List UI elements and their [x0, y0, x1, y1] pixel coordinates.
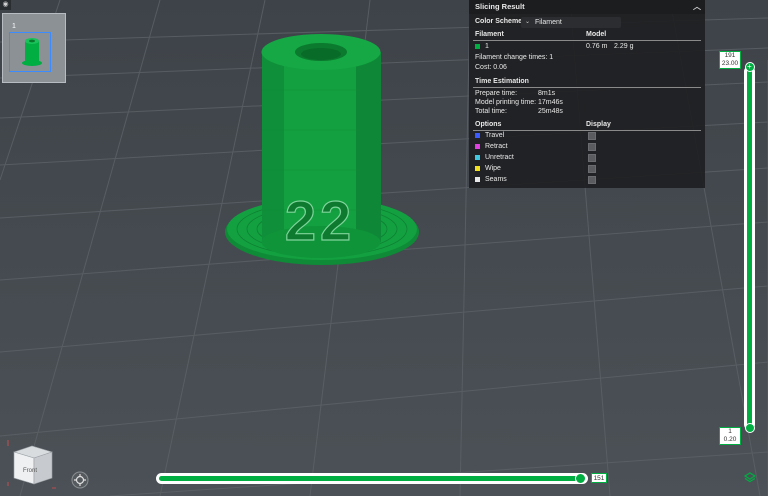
- layers-icon[interactable]: [744, 472, 756, 484]
- plate-thumbnail[interactable]: 1: [2, 13, 66, 83]
- filament-index: 1: [485, 43, 489, 50]
- retract-display-checkbox[interactable]: [588, 143, 596, 151]
- retract-swatch: [475, 143, 480, 149]
- plate-model-preview: [22, 38, 42, 66]
- option-label: Travel: [485, 132, 505, 139]
- option-label: Unretract: [485, 154, 514, 161]
- model-header: Model: [586, 31, 607, 38]
- prepare-time-label: Prepare time:: [475, 90, 518, 97]
- layer-slider-fill: [747, 69, 752, 427]
- bottom-layer-height: 0.20: [723, 436, 737, 443]
- option-wipe: Wipe: [475, 165, 501, 172]
- model-length: 0.76 m: [586, 43, 608, 50]
- wipe-display-checkbox[interactable]: [588, 165, 596, 173]
- plate-number: 1: [12, 23, 16, 30]
- filament-header: Filament: [475, 31, 504, 38]
- unretract-swatch: [475, 154, 480, 160]
- panel-header[interactable]: Slicing Result ︿: [469, 0, 705, 14]
- move-slider-track[interactable]: [156, 473, 588, 484]
- divider: [473, 130, 701, 131]
- color-scheme-label: Color Scheme: [475, 18, 523, 25]
- option-retract: Retract: [475, 143, 508, 150]
- filament-swatch: [475, 43, 480, 49]
- total-time-value: 25m48s: [538, 108, 563, 115]
- option-unretract: Unretract: [475, 154, 514, 161]
- option-label: Wipe: [485, 165, 501, 172]
- filament-change-times: Filament change times: 1: [475, 54, 554, 61]
- panel-title: Slicing Result: [475, 2, 525, 11]
- collapse-icon[interactable]: ︿: [693, 0, 701, 14]
- cost: Cost: 0.06: [475, 64, 507, 71]
- unretract-display-checkbox[interactable]: [588, 154, 596, 162]
- layer-slider-track[interactable]: [744, 66, 755, 430]
- bottom-layer-label: 1 0.20: [719, 427, 741, 445]
- display-header: Display: [586, 121, 611, 128]
- top-layer-number: 191: [724, 52, 736, 59]
- option-label: Retract: [485, 143, 508, 150]
- move-slider-fill: [159, 476, 581, 481]
- cube-front-label: Front: [23, 468, 37, 474]
- travel-display-checkbox[interactable]: [588, 132, 596, 140]
- view-cube[interactable]: Front: [6, 438, 58, 490]
- move-slider-handle[interactable]: [575, 473, 586, 484]
- model-text: 22: [285, 189, 355, 252]
- color-scheme-value: Filament: [535, 19, 562, 26]
- option-travel: Travel: [475, 132, 504, 139]
- model-weight: 2.29 g: [614, 43, 634, 50]
- filament-row: 1: [475, 43, 489, 50]
- model-printing-time-value: 17m46s: [538, 99, 563, 106]
- travel-swatch: [475, 132, 480, 138]
- top-layer-height: 23.00: [721, 60, 739, 67]
- slicing-result-panel: Slicing Result ︿ Color Scheme ⌄ Filament…: [469, 0, 705, 188]
- seams-display-checkbox[interactable]: [588, 176, 596, 184]
- total-time-label: Total time:: [475, 108, 507, 115]
- option-label: Seams: [485, 176, 507, 183]
- time-estimation-header: Time Estimation: [475, 78, 529, 85]
- wipe-swatch: [475, 165, 480, 171]
- eye-icon[interactable]: ◉: [0, 0, 11, 10]
- divider: [473, 87, 701, 88]
- seams-swatch: [475, 176, 480, 182]
- top-layer-label: 191 23.00: [719, 51, 741, 69]
- layer-slider-bottom-handle[interactable]: [745, 423, 755, 433]
- options-header: Options: [475, 121, 502, 128]
- option-seams: Seams: [475, 176, 507, 183]
- prepare-time-value: 8m1s: [538, 90, 556, 97]
- chevron-down-icon: ⌄: [525, 19, 531, 25]
- bottom-layer-number: 1: [728, 428, 732, 435]
- color-scheme-dropdown[interactable]: ⌄ Filament: [521, 17, 621, 28]
- plus-icon[interactable]: +: [747, 62, 752, 71]
- move-slider-value: 151: [591, 473, 607, 483]
- zoom-to-fit-icon[interactable]: [71, 471, 89, 489]
- model-printing-time-label: Model printing time:: [475, 99, 537, 106]
- divider: [473, 40, 701, 41]
